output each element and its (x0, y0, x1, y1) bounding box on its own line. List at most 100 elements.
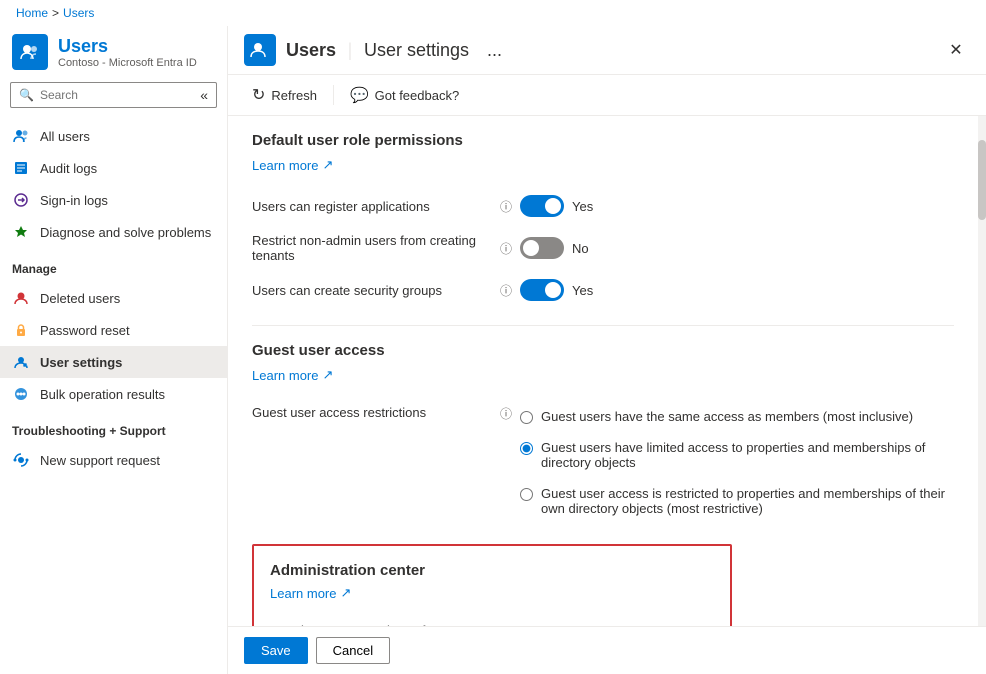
all-users-icon (12, 127, 30, 145)
sidebar-header: Users Contoso - Microsoft Entra ID (0, 26, 227, 74)
external-link-icon-2: ↗ (322, 367, 333, 383)
sidebar-app-title: Users (58, 36, 197, 57)
restrict-tenants-control: No (520, 237, 589, 259)
sidebar-item-label: Diagnose and solve problems (40, 225, 211, 240)
guest-radio-3: Guest user access is restricted to prope… (520, 482, 954, 520)
page-icon (244, 34, 276, 66)
footer-bar: Save Cancel (228, 626, 986, 674)
close-button[interactable]: ✕ (942, 36, 970, 64)
default-permissions-learn-more[interactable]: Learn more ↗ (252, 157, 333, 173)
sidebar: Users Contoso - Microsoft Entra ID 🔍 « (0, 26, 228, 674)
toolbar: ↻ Refresh 💬 Got feedback? (228, 75, 986, 116)
default-permissions-section: Default user role permissions Learn more… (252, 132, 954, 309)
content-scroll: Default user role permissions Learn more… (228, 116, 978, 626)
sidebar-item-password-reset[interactable]: Password reset (0, 314, 227, 346)
page-more-button[interactable]: ... (487, 40, 502, 61)
external-link-icon-3: ↗ (340, 585, 351, 601)
sidebar-title-block: Users Contoso - Microsoft Entra ID (58, 36, 197, 69)
restrict-tenants-row: Restrict non-admin users from creating t… (252, 225, 954, 271)
bulk-results-icon (12, 385, 30, 403)
signin-logs-icon (12, 191, 30, 209)
page-section-title: User settings (364, 40, 469, 60)
sidebar-item-label: Deleted users (40, 291, 120, 306)
guest-restrictions-info-icon[interactable]: ⓘ (500, 405, 512, 422)
default-permissions-title: Default user role permissions (252, 132, 954, 149)
sidebar-subtitle: Contoso - Microsoft Entra ID (58, 57, 197, 69)
register-apps-toggle[interactable] (520, 195, 564, 217)
sidebar-item-bulk-results[interactable]: Bulk operation results (0, 378, 227, 410)
divider-1 (252, 325, 954, 326)
sidebar-item-audit-logs[interactable]: Audit logs (0, 152, 227, 184)
guest-access-title: Guest user access (252, 342, 954, 359)
external-link-icon: ↗ (322, 157, 333, 173)
search-icon: 🔍 (19, 88, 34, 102)
refresh-label: Refresh (271, 88, 317, 103)
sidebar-item-label: New support request (40, 453, 160, 468)
guest-radio-1: Guest users have the same access as memb… (520, 405, 954, 428)
sidebar-nav-support: New support request (0, 440, 227, 480)
admin-center-title: Administration center (270, 562, 714, 579)
page-title: Users (286, 40, 336, 60)
security-groups-row: Users can create security groups ⓘ Yes (252, 271, 954, 309)
sidebar-item-new-support[interactable]: New support request (0, 444, 227, 476)
sidebar-item-label: User settings (40, 355, 122, 370)
refresh-button[interactable]: ↻ Refresh (244, 81, 325, 109)
feedback-label: Got feedback? (375, 88, 460, 103)
guest-radio-3-label: Guest user access is restricted to prope… (541, 486, 954, 516)
guest-radio-2-input[interactable] (520, 442, 533, 455)
register-apps-control: Yes (520, 195, 593, 217)
sidebar-item-deleted-users[interactable]: Deleted users (0, 282, 227, 314)
sidebar-item-label: All users (40, 129, 90, 144)
sidebar-logo-icon (12, 34, 48, 70)
title-divider: | (348, 40, 353, 60)
breadcrumb-home[interactable]: Home (16, 6, 48, 20)
restrict-tenants-label: Restrict non-admin users from creating t… (252, 233, 492, 263)
scrollbar[interactable] (978, 116, 986, 626)
restrict-tenants-info-icon[interactable]: ⓘ (500, 240, 512, 257)
security-groups-value: Yes (572, 283, 593, 298)
save-button[interactable]: Save (244, 637, 308, 664)
security-groups-info-icon[interactable]: ⓘ (500, 282, 512, 299)
page-title-block: Users | User settings (286, 40, 469, 61)
sidebar-item-label: Sign-in logs (40, 193, 108, 208)
breadcrumb-separator: > (52, 6, 59, 20)
password-reset-icon (12, 321, 30, 339)
sidebar-item-signin-logs[interactable]: Sign-in logs (0, 184, 227, 216)
guest-restrictions-label: Guest user access restrictions (252, 405, 492, 420)
guest-radio-1-input[interactable] (520, 411, 533, 424)
admin-center-learn-more[interactable]: Learn more ↗ (270, 585, 351, 601)
support-section-title: Troubleshooting + Support (0, 414, 227, 440)
register-apps-value: Yes (572, 199, 593, 214)
page-header: Users | User settings ... ✕ (228, 26, 986, 75)
search-box: 🔍 « (10, 82, 217, 108)
search-input[interactable] (40, 88, 190, 102)
register-apps-info-icon[interactable]: ⓘ (500, 198, 512, 215)
page-header-left: Users | User settings ... (244, 34, 934, 66)
deleted-users-icon (12, 289, 30, 307)
restrict-tenants-value: No (572, 241, 589, 256)
sidebar-item-label: Audit logs (40, 161, 97, 176)
support-icon (12, 451, 30, 469)
sidebar-item-user-settings[interactable]: User settings (0, 346, 227, 378)
restrict-tenants-toggle[interactable] (520, 237, 564, 259)
security-groups-toggle[interactable] (520, 279, 564, 301)
sidebar-item-label: Bulk operation results (40, 387, 165, 402)
sidebar-item-diagnose[interactable]: Diagnose and solve problems (0, 216, 227, 248)
guest-access-learn-more[interactable]: Learn more ↗ (252, 367, 333, 383)
cancel-button[interactable]: Cancel (316, 637, 390, 664)
guest-radio-3-input[interactable] (520, 488, 533, 501)
restrict-admin-row: Restrict access to Microsoft Entra admin… (270, 615, 714, 626)
breadcrumb-users[interactable]: Users (63, 6, 94, 20)
scrollbar-thumb (978, 140, 986, 220)
security-groups-label: Users can create security groups (252, 283, 492, 298)
toolbar-divider (333, 85, 334, 105)
sidebar-item-all-users[interactable]: All users (0, 120, 227, 152)
user-settings-icon (12, 353, 30, 371)
guest-restrictions-row: Guest user access restrictions ⓘ Guest u… (252, 397, 954, 528)
register-apps-row: Users can register applications ⓘ Yes (252, 187, 954, 225)
guest-radio-2: Guest users have limited access to prope… (520, 436, 954, 474)
feedback-button[interactable]: 💬 Got feedback? (342, 82, 467, 108)
guest-radio-1-label: Guest users have the same access as memb… (541, 409, 913, 424)
feedback-icon: 💬 (350, 86, 369, 104)
collapse-sidebar-button[interactable]: « (200, 87, 208, 103)
